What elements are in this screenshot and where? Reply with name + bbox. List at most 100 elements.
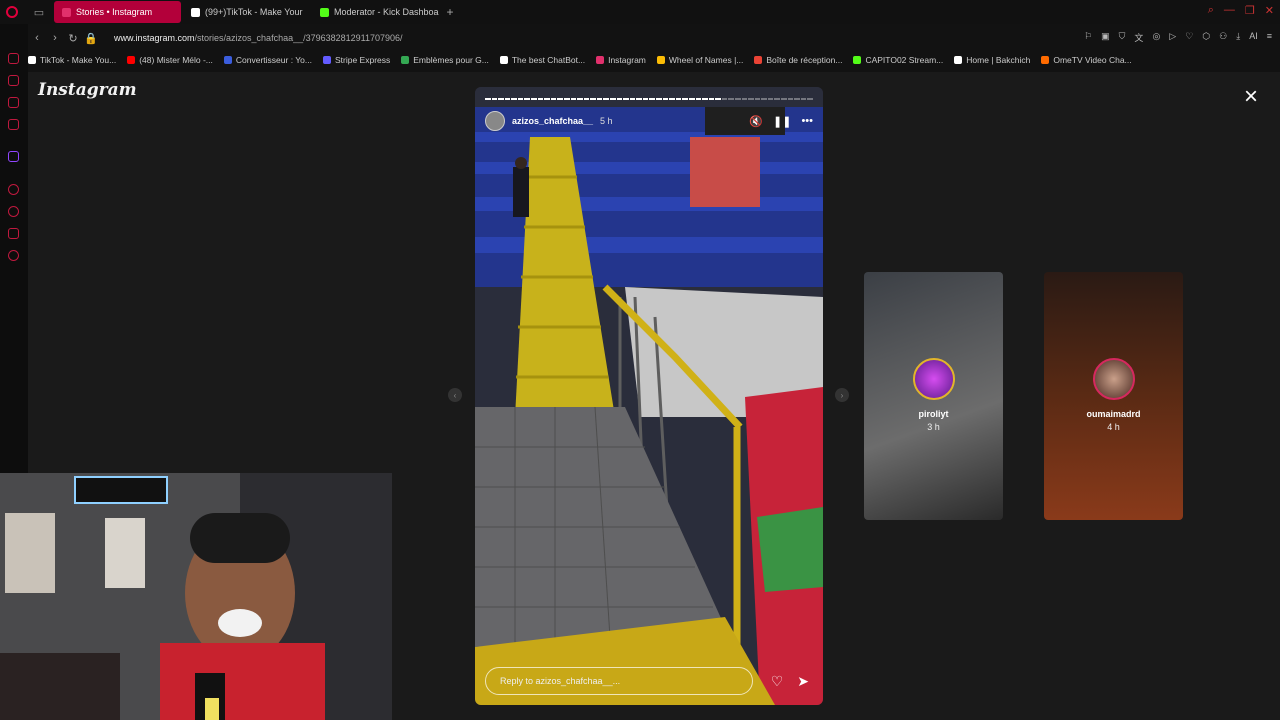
- bookmark-favicon-icon: [754, 56, 763, 64]
- url-host: www.instagram.com: [114, 33, 195, 43]
- progress-segment: [603, 98, 609, 100]
- reply-input[interactable]: Reply to azizos_chafchaa__...: [485, 667, 753, 695]
- tiktok-favicon-icon: [191, 7, 200, 17]
- bookmark-item[interactable]: Boîte de réception...: [754, 55, 842, 65]
- tab-workspaces-icon[interactable]: ▭: [24, 0, 54, 24]
- progress-segment: [748, 98, 754, 100]
- tab-stories-instagram[interactable]: Stories • Instagram: [54, 1, 181, 23]
- camera-icon[interactable]: ◎: [1152, 31, 1160, 44]
- bookmark-label: Emblèmes pour G...: [413, 55, 489, 65]
- clock-sidebar-icon[interactable]: [8, 206, 19, 217]
- bookmark-item[interactable]: OmeTV Video Cha...: [1041, 55, 1132, 65]
- bookmark-item[interactable]: The best ChatBot...: [499, 55, 585, 65]
- progress-segment: [767, 98, 774, 100]
- avatar: [1092, 358, 1135, 400]
- lock-icon: 🔒: [84, 32, 98, 45]
- bookmark-label: Stripe Express: [334, 55, 391, 65]
- progress-segment: [537, 98, 544, 100]
- menu-icon[interactable]: ≡: [1267, 31, 1272, 44]
- like-heart-icon[interactable]: ♡: [771, 673, 784, 690]
- url-field[interactable]: www.instagram.com/stories/azizos_chafcha…: [114, 33, 403, 43]
- bookmark-label: Home | Bakchich: [966, 55, 1031, 65]
- snapshot-icon[interactable]: ▣: [1101, 31, 1110, 44]
- progress-segment: [636, 98, 642, 100]
- tab-label: Moderator - Kick Dashboa: [334, 7, 439, 17]
- progress-segment: [511, 98, 517, 100]
- progress-segment: [794, 98, 800, 100]
- mail-sidebar-icon[interactable]: [8, 119, 19, 130]
- history-sidebar-icon[interactable]: [8, 53, 19, 64]
- progress-segment: [708, 98, 715, 100]
- bookmark-favicon-icon: [656, 56, 665, 64]
- reload-icon[interactable]: ↻: [64, 32, 82, 45]
- bookmark-favicon-icon: [596, 56, 605, 64]
- story-viewer[interactable]: azizos_chafchaa__ 5 h 🔇 ❚❚ ••• Reply to …: [475, 87, 823, 705]
- opera-logo-icon[interactable]: [0, 0, 24, 24]
- share-send-icon[interactable]: ➤: [797, 673, 809, 690]
- close-window-icon[interactable]: ✕: [1265, 4, 1274, 17]
- bookmark-label: Instagram: [608, 55, 646, 65]
- minimize-icon[interactable]: —: [1224, 4, 1235, 17]
- progress-segment: [583, 98, 590, 100]
- bookmark-item[interactable]: Wheel of Names |...: [656, 55, 743, 65]
- story-header: azizos_chafchaa__ 5 h 🔇 ❚❚ •••: [485, 110, 813, 132]
- messenger-sidebar-icon[interactable]: [8, 97, 19, 108]
- bookmark-item[interactable]: Instagram: [596, 55, 646, 65]
- side-story-username: oumaimadrd: [1086, 409, 1141, 419]
- tab-tiktok[interactable]: (99+)TikTok - Make Your: [183, 1, 310, 23]
- progress-segment: [761, 98, 767, 100]
- progress-segment: [807, 98, 813, 100]
- twitch-sidebar-icon[interactable]: [8, 151, 19, 162]
- mute-icon[interactable]: 🔇: [749, 115, 763, 128]
- tab-kick-moderator[interactable]: Moderator - Kick Dashboa: [312, 1, 439, 23]
- avatar: [912, 358, 955, 400]
- play-icon[interactable]: ▷: [1169, 31, 1176, 44]
- progress-segment: [623, 98, 629, 100]
- bookmark-item[interactable]: Home | Bakchich: [954, 55, 1030, 65]
- forward-icon[interactable]: ›: [46, 32, 64, 44]
- bookmark-item[interactable]: Stripe Express: [322, 55, 391, 65]
- restore-icon[interactable]: ❐: [1245, 4, 1255, 17]
- bookmarks-sidebar-icon[interactable]: [8, 228, 19, 239]
- close-stories-icon[interactable]: ×: [1244, 85, 1258, 109]
- avatar[interactable]: [485, 111, 505, 131]
- bookmark-item[interactable]: CAPITO02 Stream...: [853, 55, 943, 65]
- bookmark-item[interactable]: Convertisseur : Yo...: [223, 55, 312, 65]
- extensions-icon[interactable]: ⬡: [1202, 31, 1210, 44]
- bookmark-icon[interactable]: ⚐: [1084, 31, 1092, 44]
- bookmark-item[interactable]: TikTok - Make You...: [28, 55, 116, 65]
- next-story-icon[interactable]: ›: [835, 388, 849, 402]
- more-options-icon[interactable]: •••: [801, 115, 813, 127]
- new-tab-button[interactable]: +: [441, 5, 459, 19]
- bookmark-label: (48) Mister Mélo -...: [139, 55, 213, 65]
- story-username[interactable]: azizos_chafchaa__: [512, 116, 593, 126]
- back-icon[interactable]: ‹: [28, 32, 46, 44]
- progress-segment: [557, 98, 563, 100]
- translate-icon[interactable]: 文: [1134, 31, 1143, 44]
- tab-label: (99+)TikTok - Make Your: [205, 7, 303, 17]
- progress-segment: [485, 98, 491, 100]
- instagram-logo[interactable]: Instagram: [38, 80, 137, 100]
- bookmark-item[interactable]: Emblèmes pour G...: [401, 55, 489, 65]
- adblock-icon[interactable]: ⛉: [1119, 31, 1126, 44]
- ai-icon[interactable]: AI: [1249, 31, 1258, 44]
- previous-story-icon[interactable]: ‹: [448, 388, 462, 402]
- wallet-icon[interactable]: ⚇: [1219, 31, 1227, 44]
- side-story-oumaimadrd[interactable]: oumaimadrd 4 h: [1044, 272, 1183, 520]
- bookmark-item[interactable]: (48) Mister Mélo -...: [127, 55, 213, 65]
- heart-icon[interactable]: ♡: [1185, 31, 1193, 44]
- search-icon[interactable]: ⌕: [1208, 4, 1214, 17]
- window-controls: ⌕ — ❐ ✕: [1208, 4, 1274, 17]
- download-icon[interactable]: ⤓: [1236, 31, 1240, 44]
- shop-sidebar-icon[interactable]: [8, 75, 19, 86]
- player-sidebar-icon[interactable]: [8, 184, 19, 195]
- bookmark-favicon-icon: [322, 56, 331, 64]
- bookmark-favicon-icon: [954, 56, 963, 64]
- progress-segment: [616, 98, 623, 100]
- url-path: /stories/azizos_chafchaa__/3796382812911…: [194, 33, 403, 43]
- story-time: 5 h: [600, 116, 613, 126]
- settings-sidebar-icon[interactable]: [8, 250, 19, 261]
- side-story-piroliyt[interactable]: piroliyt 3 h: [864, 272, 1003, 520]
- side-story-time: 4 h: [1107, 422, 1120, 432]
- pause-icon[interactable]: ❚❚: [773, 115, 791, 128]
